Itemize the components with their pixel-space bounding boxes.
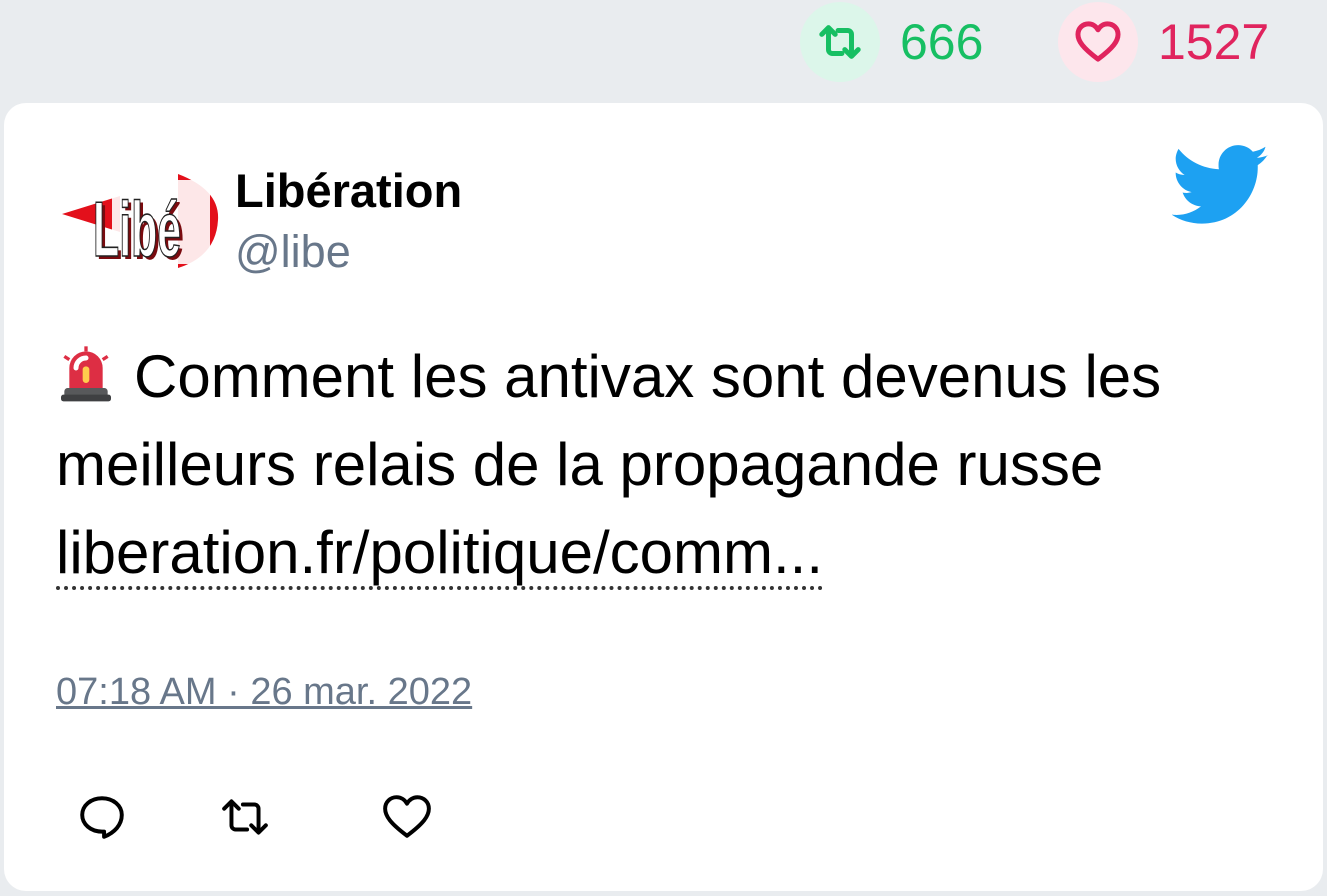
article-link[interactable]: liberation.fr/politique/comm... bbox=[56, 519, 823, 590]
author-handle[interactable]: @libe bbox=[235, 229, 351, 274]
heart-icon[interactable] bbox=[381, 791, 433, 843]
avatar[interactable]: Libé Libé bbox=[60, 160, 222, 280]
tweet-text: Comment les antivax sont devenus les mei… bbox=[56, 333, 1256, 597]
tweet-body: Comment les antivax sont devenus les mei… bbox=[56, 343, 1162, 498]
like-count: 1527 bbox=[1158, 14, 1270, 70]
retweet-icon[interactable] bbox=[800, 2, 880, 82]
heart-icon[interactable] bbox=[1058, 2, 1138, 82]
like-stat[interactable]: 1527 bbox=[1058, 2, 1269, 82]
libe-logo: Libé Libé bbox=[62, 174, 219, 276]
tweet-stats: 666 1527 bbox=[0, 0, 1327, 90]
timestamp[interactable]: 07:18 AM · 26 mar. 2022 bbox=[56, 673, 472, 711]
retweet-stat[interactable]: 666 bbox=[800, 2, 983, 82]
tweet-card[interactable]: Libé Libé Libération @libe Comment les a… bbox=[4, 103, 1323, 891]
retweet-count: 666 bbox=[900, 14, 984, 70]
svg-text:Libé: Libé bbox=[93, 187, 181, 274]
rotating-light-icon bbox=[56, 339, 116, 402]
reply-icon[interactable] bbox=[76, 791, 128, 843]
author-name[interactable]: Libération bbox=[235, 167, 462, 214]
twitter-bird-icon[interactable] bbox=[1171, 145, 1270, 227]
retweet-icon[interactable] bbox=[219, 791, 271, 843]
